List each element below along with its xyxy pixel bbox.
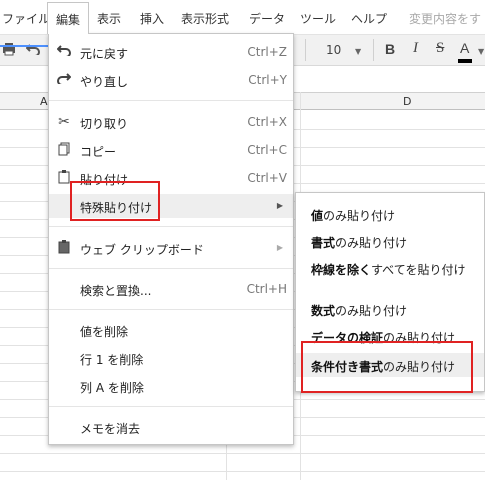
label-emphasis: 値 [311, 209, 324, 223]
menu-item-delete-column[interactable]: 列 A を削除 [49, 374, 293, 398]
submenu-item-label: 値のみ貼り付け [311, 207, 395, 224]
shortcut-label: Ctrl+Z [247, 45, 287, 59]
shortcut-label: Ctrl+C [247, 143, 287, 157]
column-header-a[interactable]: A [40, 95, 48, 108]
menu-item-label: メモを消去 [80, 422, 141, 436]
menu-item-label: コピー [80, 145, 117, 159]
menu-item-paste-special[interactable]: 特殊貼り付け ▶ [49, 194, 293, 218]
menu-item-label: 行 1 を削除 [80, 353, 144, 367]
label-rest: すべてを貼り付け [371, 263, 466, 277]
column-header-d[interactable]: D [403, 95, 411, 108]
menu-help[interactable]: ヘルプ [351, 10, 387, 27]
label-emphasis: データの検証 [311, 331, 384, 345]
menu-item-cut[interactable]: ✂ 切り取り Ctrl+X [49, 110, 293, 134]
scissors-icon: ✂ [58, 114, 70, 130]
undo-icon [56, 44, 72, 60]
menu-separator [49, 406, 293, 407]
text-color-swatch [458, 59, 472, 63]
menu-item-label: 列 A を削除 [80, 381, 144, 395]
menu-format[interactable]: 表示形式 [181, 10, 229, 27]
submenu-item-values-only[interactable]: 値のみ貼り付け [296, 202, 484, 226]
label-rest: のみ貼り付け [335, 236, 408, 250]
strikethrough-button[interactable]: S [436, 40, 444, 57]
menu-item-label: やり直し [80, 75, 129, 89]
menu-item-clear-notes[interactable]: メモを消去 [49, 415, 293, 439]
submenu-arrow-icon: ▶ [276, 243, 283, 252]
menu-bar: ファイル 編集 表示 挿入 表示形式 データ ツール ヘルプ 変更内容をす [0, 0, 485, 34]
text-color-button[interactable]: A [460, 40, 469, 56]
shortcut-label: Ctrl+H [246, 282, 287, 296]
menu-data[interactable]: データ [249, 10, 285, 27]
label-emphasis: 条件付き書式 [311, 360, 384, 374]
submenu-item-label: データの検証のみ貼り付け [311, 329, 455, 346]
label-rest: のみ貼り付け [335, 304, 408, 318]
redo-icon [56, 72, 72, 88]
toolbar-divider [305, 39, 306, 61]
selected-cell-border [0, 45, 52, 47]
label-rest: のみ貼り付け [383, 331, 456, 345]
shortcut-label: Ctrl+X [247, 115, 287, 129]
grid-line [0, 453, 485, 454]
label-emphasis: 枠線を除く [311, 263, 372, 277]
submenu-item-conditional-format-only[interactable]: 条件付き書式のみ貼り付け [296, 353, 484, 377]
save-status: 変更内容をす [409, 12, 482, 26]
menu-item-label: 切り取り [80, 117, 129, 131]
menu-item-copy[interactable]: コピー Ctrl+C [49, 138, 293, 162]
submenu-arrow-icon: ▶ [276, 201, 283, 210]
label-rest: のみ貼り付け [323, 209, 396, 223]
submenu-item-formula-only[interactable]: 数式のみ貼り付け [296, 297, 484, 321]
menu-insert[interactable]: 挿入 [140, 10, 164, 27]
font-size-caret-icon[interactable]: ▼ [355, 47, 361, 56]
menu-separator [49, 309, 293, 310]
submenu-item-format-only[interactable]: 書式のみ貼り付け [296, 229, 484, 253]
menu-tools[interactable]: ツール [300, 10, 336, 27]
menu-separator [49, 100, 293, 101]
shortcut-label: Ctrl+V [247, 171, 287, 185]
menu-item-label: ウェブ クリップボード [80, 243, 204, 257]
italic-button[interactable]: I [413, 40, 418, 57]
submenu-item-label: 数式のみ貼り付け [311, 302, 407, 319]
edit-menu: 元に戻す Ctrl+Z やり直し Ctrl+Y ✂ 切り取り Ctrl+X コピ… [48, 33, 294, 445]
submenu-item-all-except-borders[interactable]: 枠線を除くすべてを貼り付け [296, 256, 484, 280]
menu-item-web-clipboard[interactable]: ウェブ クリップボード ▶ [49, 236, 293, 260]
menu-item-undo[interactable]: 元に戻す Ctrl+Z [49, 40, 293, 64]
menu-item-label: 特殊貼り付け [80, 201, 153, 215]
copy-icon [56, 142, 72, 158]
submenu-item-label: 条件付き書式のみ貼り付け [311, 358, 455, 375]
menu-item-find-replace[interactable]: 検索と置換... Ctrl+H [49, 277, 293, 301]
bold-button[interactable]: B [385, 41, 395, 57]
menu-file[interactable]: ファイル [2, 10, 50, 27]
web-clipboard-icon [56, 240, 72, 256]
paste-special-submenu: 値のみ貼り付け 書式のみ貼り付け 枠線を除くすべてを貼り付け 数式のみ貼り付け … [295, 192, 485, 392]
submenu-item-data-validation-only[interactable]: データの検証のみ貼り付け [296, 324, 484, 348]
menu-item-label: 貼り付け [80, 173, 129, 187]
submenu-item-label: 枠線を除くすべてを貼り付け [311, 261, 465, 278]
menu-item-delete-row[interactable]: 行 1 を削除 [49, 346, 293, 370]
clipboard-icon [56, 170, 72, 186]
menu-item-label: 値を削除 [80, 325, 129, 339]
submenu-item-label: 書式のみ貼り付け [311, 234, 407, 251]
menu-separator [49, 268, 293, 269]
text-color-caret-icon[interactable]: ▼ [478, 47, 484, 56]
menu-separator [49, 226, 293, 227]
grid-line [0, 471, 485, 472]
menu-item-paste[interactable]: 貼り付け Ctrl+V [49, 166, 293, 190]
menu-item-delete-values[interactable]: 値を削除 [49, 318, 293, 342]
menu-item-label: 検索と置換... [80, 284, 152, 298]
label-emphasis: 書式 [311, 236, 336, 250]
font-size-select[interactable]: 10 [326, 43, 341, 57]
menu-item-label: 元に戻す [80, 47, 129, 61]
label-rest: のみ貼り付け [383, 360, 456, 374]
shortcut-label: Ctrl+Y [248, 73, 287, 87]
menu-view[interactable]: 表示 [97, 10, 121, 27]
menu-item-redo[interactable]: やり直し Ctrl+Y [49, 68, 293, 92]
menu-edit[interactable]: 編集 [47, 2, 90, 34]
label-emphasis: 数式 [311, 304, 336, 318]
toolbar-divider [373, 39, 374, 61]
